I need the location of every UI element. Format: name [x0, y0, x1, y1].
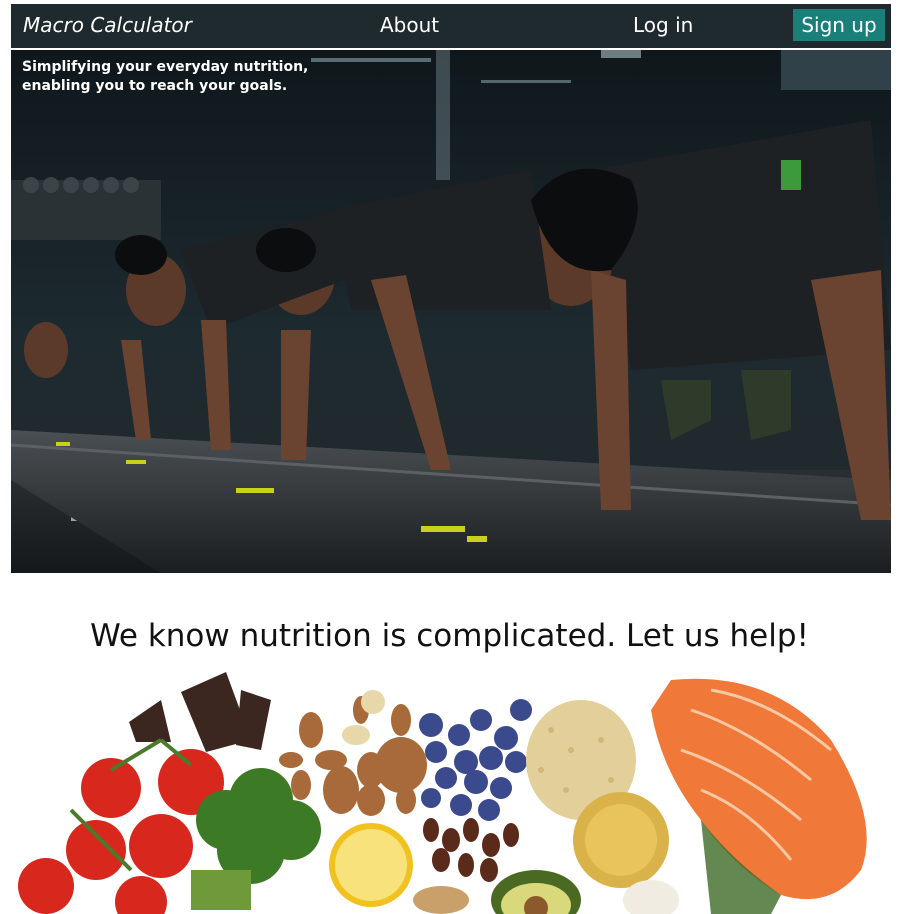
- page: Macro Calculator About Log in Sign up Si…: [0, 0, 899, 914]
- hero-tagline: Simplifying your everyday nutrition, ena…: [22, 59, 309, 94]
- section-heading: We know nutrition is complicated. Let us…: [90, 618, 809, 654]
- top-navbar: Macro Calculator About Log in Sign up: [11, 4, 891, 48]
- signup-button[interactable]: Sign up: [793, 9, 885, 41]
- brand-link[interactable]: Macro Calculator: [23, 13, 192, 37]
- login-link[interactable]: Log in: [633, 13, 693, 37]
- about-link[interactable]: About: [380, 13, 439, 37]
- healthy-food-illustration: [11, 670, 891, 914]
- hero-image: Simplifying your everyday nutrition, ena…: [11, 50, 891, 573]
- food-image: [11, 670, 891, 914]
- gym-workout-illustration: [11, 50, 891, 573]
